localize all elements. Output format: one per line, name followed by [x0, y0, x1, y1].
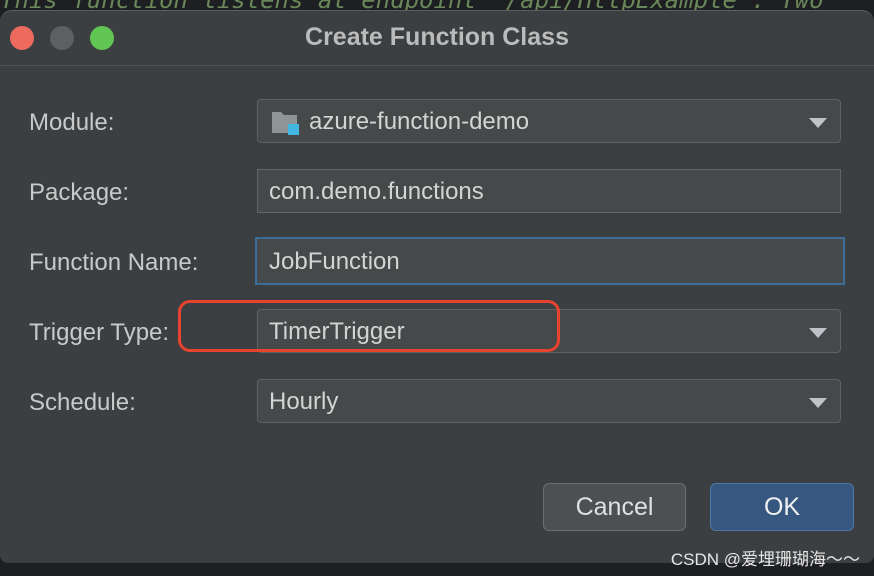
package-label: Package: [29, 179, 130, 206]
trigger-type-label: Trigger Type: [29, 319, 170, 346]
module-value: azure-function-demo [309, 108, 530, 135]
dialog-title: Create Function Class [305, 23, 569, 51]
create-function-class-dialog: Create Function Class [0, 10, 874, 563]
chevron-down-icon [809, 118, 827, 128]
function-name-value: JobFunction [269, 248, 400, 275]
package-value: com.demo.functions [269, 178, 484, 205]
csdn-watermark: CSDN @爱埋珊瑚海～～ [670, 550, 860, 569]
schedule-select[interactable]: Hourly [257, 379, 841, 423]
chevron-down-icon [809, 398, 827, 408]
function-name-input[interactable]: JobFunction [255, 237, 845, 285]
dialog-titlebar: Create Function Class [0, 11, 874, 66]
module-label: Module: [29, 109, 115, 136]
schedule-label: Schedule: [29, 389, 136, 416]
module-select[interactable]: azure-function-demo [257, 99, 841, 143]
package-input[interactable]: com.demo.functions [257, 169, 841, 213]
red-highlight-annotation [178, 300, 560, 352]
ok-button[interactable]: OK [710, 483, 854, 531]
function-name-label: Function Name: [29, 249, 199, 276]
chevron-down-icon [809, 328, 827, 338]
cancel-button[interactable]: Cancel [543, 483, 686, 531]
schedule-value: Hourly [269, 388, 339, 415]
folder-module-icon [272, 112, 299, 135]
